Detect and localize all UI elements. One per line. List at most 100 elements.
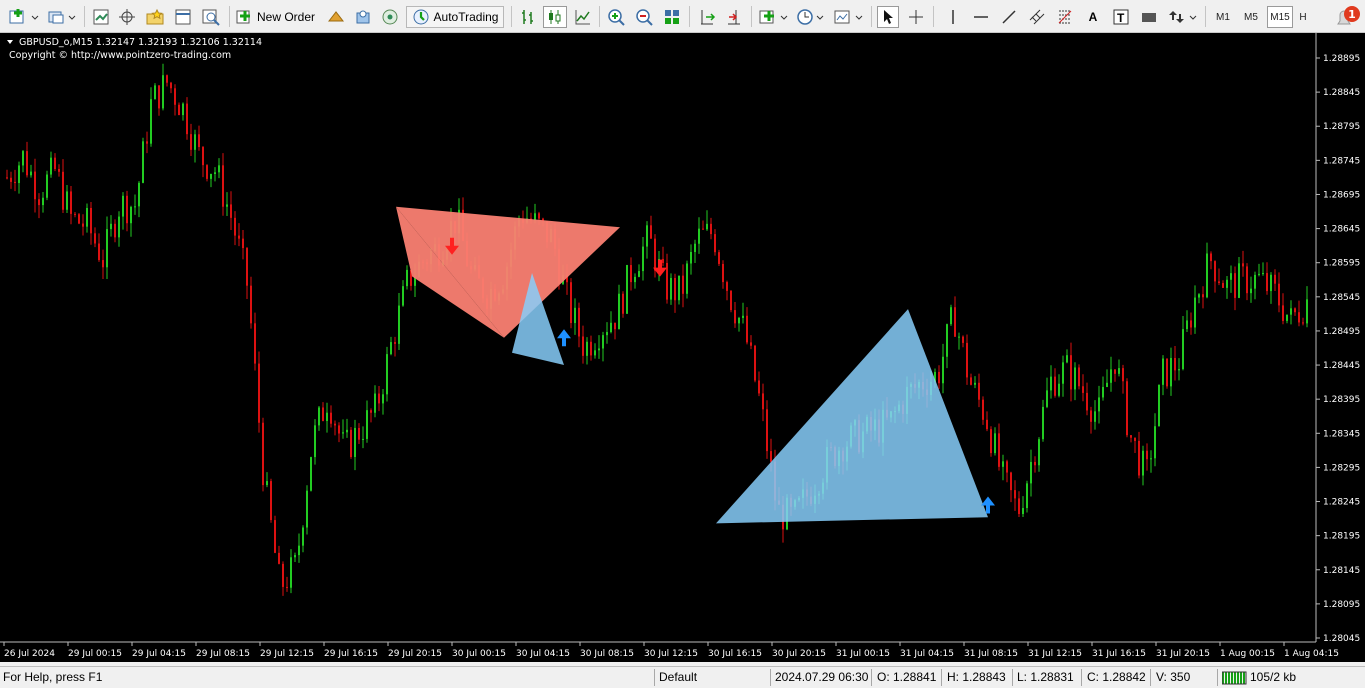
- fibonacci-button[interactable]: [1054, 6, 1076, 28]
- arrows-tool-button[interactable]: [1166, 6, 1200, 28]
- candle-body: [6, 177, 8, 179]
- templates-button[interactable]: [832, 6, 866, 28]
- price-label: 1.28845: [1323, 88, 1360, 98]
- strategy-tester-button[interactable]: [199, 6, 223, 28]
- equidistant-channel-button[interactable]: [1026, 6, 1048, 28]
- status-separator: [871, 669, 872, 686]
- candle-body: [1046, 390, 1048, 407]
- zoom-in-button[interactable]: [605, 6, 627, 28]
- crosshair-tool-button[interactable]: [905, 6, 927, 28]
- candle-body: [1302, 322, 1304, 324]
- candle-body: [1218, 281, 1220, 284]
- toolbar-separator: [599, 6, 600, 27]
- crosshair-nav-button[interactable]: [116, 6, 138, 28]
- terminal-button[interactable]: [172, 6, 194, 28]
- candle-body: [238, 235, 240, 239]
- tile-windows-button[interactable]: [661, 6, 683, 28]
- new-chart-button[interactable]: [6, 6, 44, 28]
- candle-body: [538, 213, 540, 219]
- candle-body: [1206, 253, 1208, 298]
- timeframe-m15-button[interactable]: M15: [1267, 6, 1293, 28]
- candle-body: [1290, 308, 1292, 315]
- candle-body: [1126, 381, 1128, 436]
- timeframe-h-button[interactable]: H: [1295, 6, 1311, 28]
- market-watch-button[interactable]: [90, 6, 112, 28]
- toolbar-separator: [689, 6, 690, 27]
- hat-icon: [327, 11, 345, 22]
- text-label-button[interactable]: T: [1110, 6, 1132, 28]
- candle-body: [1050, 376, 1052, 391]
- candle-body: [1030, 461, 1032, 484]
- text-tool-button[interactable]: A: [1082, 6, 1104, 28]
- navigator-button[interactable]: [143, 6, 167, 28]
- candle-body: [770, 451, 772, 462]
- candle-body: [214, 172, 216, 174]
- status-bar: For Help, press F1 Default 2024.07.29 06…: [0, 666, 1365, 688]
- vps-button[interactable]: [379, 6, 401, 28]
- cursor-tool-button[interactable]: [877, 6, 899, 28]
- candle-body: [954, 307, 956, 337]
- autotrading-button[interactable]: AutoTrading: [406, 6, 504, 28]
- candle-body: [1210, 253, 1212, 262]
- bar-low: L: 1.28831: [1017, 670, 1074, 684]
- line-chart-button[interactable]: [572, 6, 594, 28]
- candle-body: [398, 305, 400, 344]
- horizontal-line-button[interactable]: [970, 6, 992, 28]
- candlestick-button[interactable]: [543, 6, 567, 28]
- notification-icon: 1: [1337, 6, 1360, 25]
- notification-count: 1: [1348, 8, 1356, 21]
- chart-header: GBPUSD_o,M15 1.32147 1.32193 1.32106 1.3…: [19, 37, 262, 48]
- candle-body: [314, 425, 316, 458]
- zoom-out-icon: [636, 9, 653, 26]
- candle-body: [746, 315, 748, 343]
- time-label: 31 Jul 04:15: [900, 649, 954, 659]
- time-label: 30 Jul 20:15: [772, 649, 826, 659]
- candle-body: [358, 427, 360, 440]
- periods-button[interactable]: [795, 6, 827, 28]
- chart-window[interactable]: 1.28895 1.28845 1.28795 1.28745 1.28695 1.286…: [0, 33, 1365, 662]
- candle-body: [74, 213, 76, 215]
- price-chart[interactable]: 1.28895 1.28845 1.28795 1.28745 1.28695 1.286…: [0, 33, 1365, 662]
- bar-open: O: 1.28841: [877, 670, 937, 684]
- candle-body: [298, 545, 300, 556]
- candle-body: [186, 103, 188, 135]
- candle-body: [46, 174, 48, 198]
- candle-body: [50, 157, 52, 175]
- bar-chart-button[interactable]: [517, 6, 539, 28]
- candle-body: [402, 286, 404, 306]
- time-label: 30 Jul 04:15: [516, 649, 570, 659]
- candle-body: [998, 433, 1000, 467]
- candle-body: [758, 380, 760, 394]
- candle-body: [686, 263, 688, 294]
- time-label: 31 Jul 16:15: [1092, 649, 1146, 659]
- signals-button[interactable]: [325, 6, 347, 28]
- candle-body: [334, 423, 336, 426]
- zoom-out-button[interactable]: [633, 6, 655, 28]
- candle-body: [1238, 263, 1240, 298]
- chart-shift-button[interactable]: [723, 6, 745, 28]
- profiles-button[interactable]: [46, 6, 78, 28]
- timeframe-m1-button[interactable]: M1: [1211, 6, 1235, 28]
- auto-scroll-button[interactable]: [696, 6, 718, 28]
- market-button[interactable]: [352, 6, 374, 28]
- status-separator: [654, 669, 655, 686]
- time-label: 29 Jul 16:15: [324, 649, 378, 659]
- candle-body: [42, 197, 44, 206]
- candle-body: [154, 85, 156, 100]
- timeframe-m5-button[interactable]: M5: [1239, 6, 1263, 28]
- candle-body: [1010, 472, 1012, 491]
- new-order-button[interactable]: New Order: [234, 6, 320, 28]
- candle-body: [1086, 392, 1088, 411]
- candle-body: [1158, 384, 1160, 427]
- candle-body: [642, 246, 644, 272]
- candle-body: [1194, 297, 1196, 328]
- candle-body: [234, 217, 236, 236]
- rectangle-tool-button[interactable]: [1138, 6, 1160, 28]
- indicators-button[interactable]: [757, 6, 791, 28]
- candle-body: [574, 307, 576, 324]
- trendline-button[interactable]: [998, 6, 1020, 28]
- vertical-line-button[interactable]: [942, 6, 964, 28]
- bar-chart-icon: [522, 10, 533, 24]
- time-label: 31 Jul 20:15: [1156, 649, 1210, 659]
- notifications-button[interactable]: 1: [1332, 4, 1362, 28]
